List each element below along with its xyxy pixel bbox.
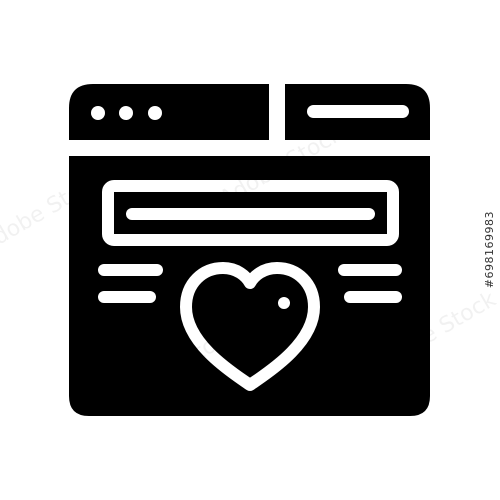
text-line-right: [338, 264, 402, 276]
stock-id-label: #698169983: [482, 211, 496, 289]
text-line-right: [344, 291, 402, 303]
window-dot-icon: [119, 106, 133, 120]
icon-canvas: Adobe Stock Adobe Stock Adobe Stock Adob…: [0, 0, 500, 500]
address-bar-line: [307, 105, 409, 118]
stock-id-strip: #698169983: [478, 0, 500, 500]
window-dot-icon: [148, 106, 162, 120]
text-line-left: [98, 264, 163, 276]
heart-highlight: [278, 297, 290, 309]
webpage-heart-icon: [69, 84, 430, 416]
text-line-left: [98, 291, 156, 303]
banner-text-line: [126, 208, 375, 220]
window-dot-icon: [91, 106, 105, 120]
